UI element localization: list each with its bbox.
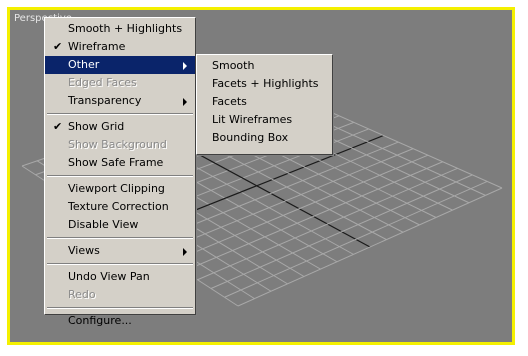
menu-separator: [47, 113, 193, 115]
menu-item-label: Show Safe Frame: [68, 156, 164, 169]
menu-item-label: Transparency: [68, 94, 142, 107]
menu-separator: [47, 237, 193, 239]
menu-item-label: Texture Correction: [68, 200, 169, 213]
menu-item-show-background[interactable]: Show Background: [45, 136, 195, 154]
menu-item-label: Configure...: [68, 314, 132, 327]
menu-item-label: Views: [68, 244, 100, 257]
grid-line: [183, 161, 443, 272]
menu-item-configure[interactable]: Configure...: [45, 312, 195, 330]
menu-item-label: Viewport Clipping: [68, 182, 165, 195]
menu-item-show-safe-frame[interactable]: Show Safe Frame: [45, 154, 195, 172]
menu-item-label: Show Grid: [68, 120, 125, 133]
checkmark-icon: ✔: [53, 40, 63, 53]
menu-item-label: Undo View Pan: [68, 270, 150, 283]
submenu-item-smooth[interactable]: Smooth: [197, 57, 332, 75]
submenu-item-lit-wireframes[interactable]: Lit Wireframes: [197, 111, 332, 129]
submenu-item-label: Bounding Box: [212, 131, 289, 144]
menu-item-transparency[interactable]: Transparency: [45, 92, 195, 110]
menu-item-viewport-clipping[interactable]: Viewport Clipping: [45, 180, 195, 198]
submenu-item-label: Smooth: [212, 59, 255, 72]
grid-line: [170, 154, 429, 263]
menu-item-label: Redo: [68, 288, 96, 301]
menu-item-label: Edged Faces: [68, 76, 137, 89]
grid-line: [210, 174, 473, 289]
menu-item-other[interactable]: Other: [45, 56, 195, 74]
menu-item-views[interactable]: Views: [45, 242, 195, 260]
menu-item-label: Smooth + Highlights: [68, 22, 183, 35]
menu-separator: [47, 175, 193, 177]
submenu-item-facets-highlights[interactable]: Facets + Highlights: [197, 75, 332, 93]
submenu-item-label: Facets: [212, 95, 247, 108]
menu-item-texture-correction[interactable]: Texture Correction: [45, 198, 195, 216]
other-submenu: Smooth Facets + Highlights Facets Lit Wi…: [196, 54, 333, 155]
menu-item-disable-view[interactable]: Disable View: [45, 216, 195, 234]
submenu-item-bounding-box[interactable]: Bounding Box: [197, 129, 332, 147]
submenu-item-facets[interactable]: Facets: [197, 93, 332, 111]
submenu-item-label: Lit Wireframes: [212, 113, 293, 126]
menu-separator: [47, 263, 193, 265]
menu-item-smooth-highlights[interactable]: Smooth + Highlights: [45, 20, 195, 38]
menu-item-undo-view-pan[interactable]: Undo View Pan: [45, 268, 195, 286]
menu-item-label: Wireframe: [68, 40, 126, 53]
menu-item-wireframe[interactable]: ✔ Wireframe: [45, 38, 195, 56]
menu-item-show-grid[interactable]: ✔ Show Grid: [45, 118, 195, 136]
checkmark-icon: ✔: [53, 120, 63, 133]
submenu-item-label: Facets + Highlights: [212, 77, 319, 90]
viewport-context-menu: Smooth + Highlights ✔ Wireframe Other Edg…: [44, 17, 196, 327]
submenu-arrow-icon: [183, 248, 187, 256]
submenu-arrow-icon: [183, 62, 187, 70]
menu-item-label: Other: [68, 58, 100, 71]
submenu-arrow-icon: [183, 98, 187, 106]
menu-item-edged-faces[interactable]: Edged Faces: [45, 74, 195, 92]
menu-item-redo[interactable]: Redo: [45, 286, 195, 304]
menu-item-label: Disable View: [68, 218, 139, 231]
menu-item-label: Show Background: [68, 138, 167, 151]
menu-separator: [47, 307, 193, 309]
